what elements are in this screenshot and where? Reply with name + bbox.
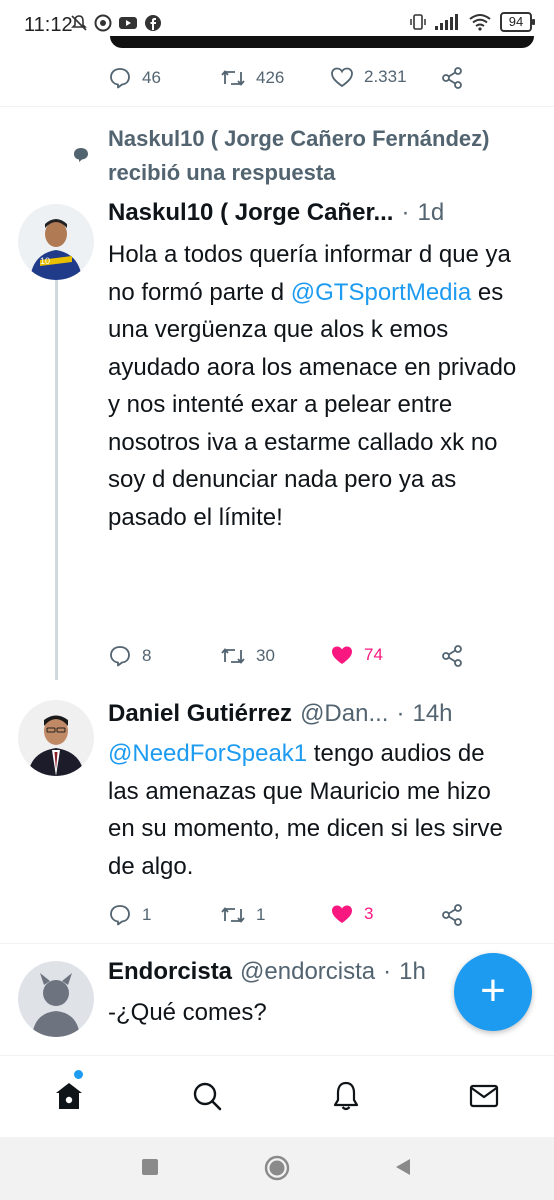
like-count: 2.331 (364, 67, 407, 86)
compose-button[interactable]: + (454, 953, 532, 1031)
reply-button[interactable]: 1 (108, 903, 151, 927)
battery-icon: 94 (500, 12, 535, 32)
share-button[interactable] (440, 903, 464, 927)
youtube-icon (119, 17, 137, 29)
mail-icon (469, 1084, 499, 1108)
share-icon (442, 67, 462, 89)
author-handle[interactable]: @endorcista (240, 958, 375, 986)
share-icon (442, 904, 462, 926)
bell-icon (333, 1081, 359, 1111)
nav-search[interactable] (187, 1076, 227, 1116)
retweet-count: 1 (256, 905, 266, 924)
tweet-actions: 1 1 3 (108, 903, 528, 927)
retweet-icon (221, 648, 245, 664)
facebook-icon (145, 15, 161, 31)
heart-filled-icon (332, 646, 352, 664)
home-button[interactable] (263, 1154, 291, 1182)
retweet-count: 426 (256, 68, 285, 87)
tweet-time[interactable]: 14h (412, 700, 452, 728)
status-time: 11:12 (24, 14, 73, 36)
reply-count: 46 (142, 68, 161, 87)
nav-home[interactable] (49, 1076, 89, 1116)
like-count: 3 (364, 904, 374, 923)
separator-dot: · (383, 958, 392, 985)
tweet-header: Daniel Gutiérrez @Dan... · 14h (108, 700, 453, 728)
tweet-time[interactable]: 1h (399, 958, 426, 986)
nav-messages[interactable] (464, 1076, 504, 1116)
retweet-button[interactable]: 30 (220, 644, 275, 668)
mention-link[interactable]: @NeedForSpeak1 (108, 740, 307, 767)
comment-bubble-icon (74, 148, 88, 162)
chrome-icon (94, 14, 112, 32)
reply-icon (110, 68, 130, 89)
system-nav-bar (0, 1137, 554, 1200)
retweet-icon (221, 907, 245, 923)
like-button[interactable]: 3 (330, 903, 373, 925)
home-icon (56, 1083, 82, 1109)
retweet-count: 30 (256, 646, 275, 665)
author-handle[interactable]: @Dan... (300, 700, 388, 728)
divider (0, 943, 554, 944)
bottom-nav (0, 1055, 554, 1137)
author-name[interactable]: Naskul10 ( Jorge Cañer... (108, 199, 393, 227)
tweet-time[interactable]: 1d (417, 199, 444, 227)
vibrate-icon (410, 14, 426, 30)
new-content-dot (74, 1070, 83, 1079)
separator-dot: · (401, 199, 410, 226)
reply-count: 1 (142, 905, 152, 924)
mention-link[interactable]: @GTSportMedia (291, 279, 471, 306)
recents-button[interactable] (140, 1157, 160, 1177)
back-button[interactable] (392, 1156, 414, 1178)
like-button[interactable]: 74 (330, 644, 383, 666)
avatar[interactable] (18, 700, 94, 776)
tweet-text[interactable]: Hola a todos quería informar d que ya no… (108, 236, 518, 536)
search-icon (193, 1082, 222, 1111)
top-tweet-actions: 46 426 2.331 (108, 66, 528, 90)
retweet-icon (221, 70, 245, 86)
signal-icon (435, 14, 458, 30)
retweet-button[interactable]: 1 (220, 903, 265, 927)
share-button[interactable] (440, 644, 464, 668)
heart-icon (331, 67, 353, 88)
divider (0, 106, 554, 107)
mute-icon (71, 15, 87, 31)
separator-dot: · (396, 700, 405, 727)
reply-context-label: Naskul10 ( Jorge Cañero Fernández) recib… (108, 126, 490, 185)
nav-notifications[interactable] (326, 1076, 366, 1116)
share-button[interactable] (440, 66, 464, 90)
tweet-text[interactable]: @NeedForSpeak1 tengo audios de las amena… (108, 735, 518, 885)
reply-count: 8 (142, 646, 152, 665)
reply-icon (110, 905, 130, 926)
author-name[interactable]: Daniel Gutiérrez (108, 700, 292, 728)
like-button[interactable]: 2.331 (330, 66, 407, 88)
author-name[interactable]: Endorcista (108, 958, 232, 986)
tweet-header: Endorcista @endorcista · 1h (108, 958, 426, 986)
wifi-icon (469, 14, 491, 31)
reply-icon (110, 646, 130, 667)
svg-text:10: 10 (40, 256, 50, 266)
avatar[interactable] (18, 961, 94, 1037)
reply-button[interactable]: 8 (108, 644, 151, 668)
tweet-header: Naskul10 ( Jorge Cañer... · 1d (108, 199, 444, 227)
reply-button[interactable]: 46 (108, 66, 161, 90)
avatar[interactable]: 10 (18, 204, 94, 280)
media-preview[interactable] (110, 36, 534, 48)
retweet-button[interactable]: 426 (220, 66, 284, 90)
tweet-actions: 8 30 74 (108, 644, 528, 668)
heart-filled-icon (332, 905, 352, 923)
like-count: 74 (364, 645, 383, 664)
share-icon (442, 645, 462, 667)
thread-line (55, 280, 58, 680)
